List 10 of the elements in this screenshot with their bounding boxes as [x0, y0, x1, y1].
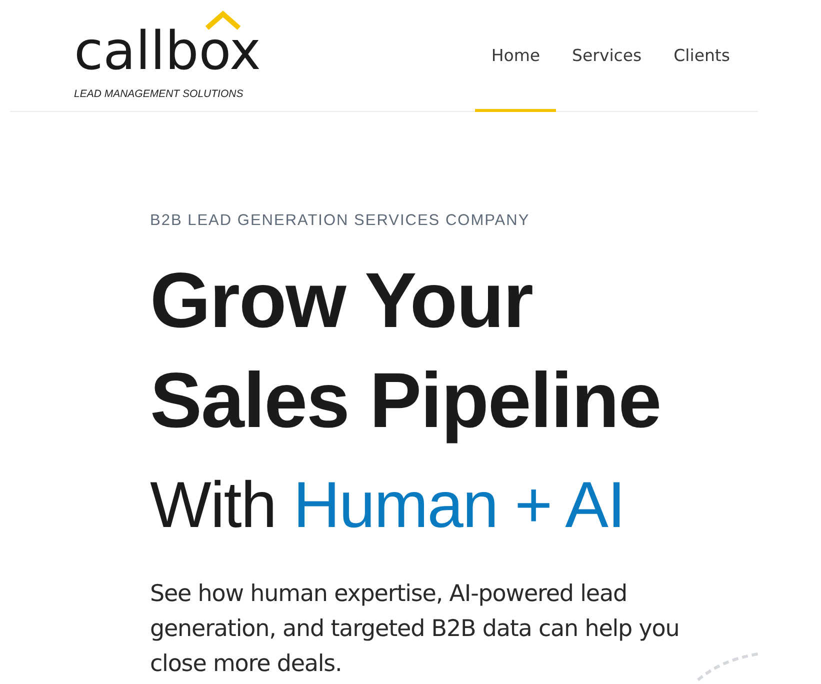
- hero-heading: Grow Your Sales Pipeline With Human + AI: [150, 255, 662, 543]
- nav-link[interactable]: Home: [475, 0, 556, 112]
- hero-description: See how human expertise, AI-powered lead generation, and targeted B2B data can help you close more deals.: [150, 580, 680, 679]
- logo-tagline: LEAD MANAGEMENT SOLUTIONS: [74, 88, 244, 100]
- logo[interactable]: callbox: [74, 26, 261, 78]
- dashed-arc-drawing: [696, 652, 761, 682]
- eyebrow-text: B2B LEAD GENERATION SERVICES COMPANY: [150, 212, 531, 230]
- chevron-icon: [205, 10, 241, 30]
- nav-link[interactable]: Clients: [658, 0, 746, 112]
- nav-link[interactable]: Services: [556, 0, 658, 112]
